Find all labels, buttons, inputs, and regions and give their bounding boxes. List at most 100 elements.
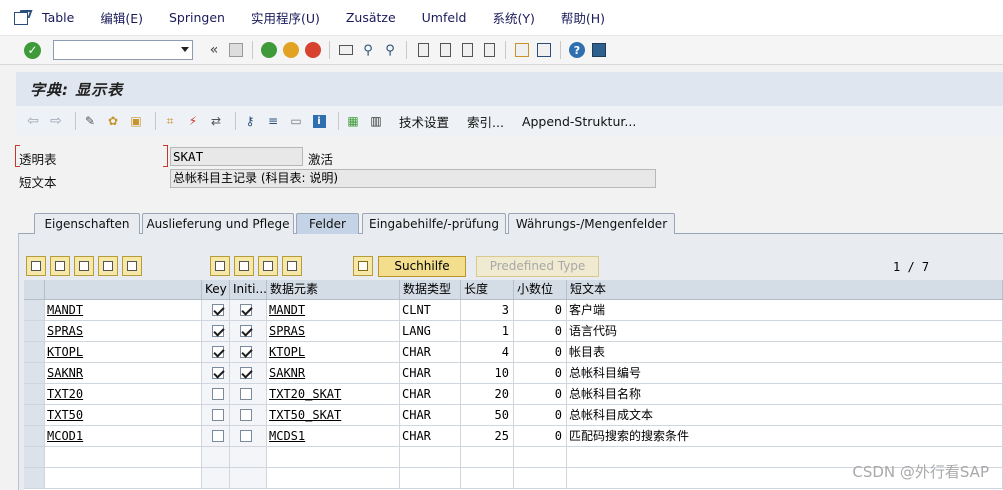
empty-cell[interactable] [24,468,45,489]
cell-length[interactable]: 3 [461,300,514,321]
column-header-decimals[interactable]: 小数位 [514,280,567,300]
column-header-key[interactable]: Key [202,280,230,300]
initial-checkbox[interactable] [240,346,252,358]
index-button[interactable]: 索引... [467,112,504,131]
cell-init[interactable] [230,426,267,447]
empty-cell[interactable] [400,468,461,489]
cell-init[interactable] [230,300,267,321]
key-checkbox[interactable] [212,367,224,379]
initial-checkbox[interactable] [240,304,252,316]
align-icon[interactable]: ≡ [264,112,282,130]
empty-cell[interactable] [267,468,400,489]
column-header-data-element[interactable]: 数据元素 [267,280,400,300]
back-icon[interactable] [260,41,278,59]
cell-sel[interactable] [24,342,45,363]
cell-key[interactable] [202,405,230,426]
cell-decimals[interactable]: 0 [514,300,567,321]
key-checkbox[interactable] [212,346,224,358]
cell-type[interactable]: CHAR [400,363,461,384]
cell-length[interactable]: 1 [461,321,514,342]
include-compress-icon[interactable] [258,256,278,276]
tab-auslieferung[interactable]: Auslieferung und Pflege [142,213,294,234]
cell-type[interactable]: CHAR [400,405,461,426]
cell-decimals[interactable]: 0 [514,405,567,426]
activate-icon[interactable]: ⚡ [184,112,202,130]
print-icon[interactable] [337,41,355,59]
chevron-down-icon[interactable] [181,47,189,52]
data-browser-icon[interactable]: ▦ [344,112,362,130]
menu-extras[interactable]: Zusätze [346,10,396,25]
column-header-field[interactable] [45,280,202,300]
cell-init[interactable] [230,321,267,342]
cell-element[interactable]: MANDT [267,300,400,321]
delete-row-icon[interactable] [122,256,142,276]
find-icon[interactable]: ⚲ [359,41,377,59]
key-checkbox[interactable] [212,325,224,337]
hierarchy-icon[interactable]: ⌗ [161,112,179,130]
empty-cell[interactable] [24,447,45,468]
column-header-data-type[interactable]: 数据类型 [400,280,461,300]
cell-decimals[interactable]: 0 [514,342,567,363]
enter-check-icon[interactable]: ✓ [24,41,41,59]
cell-init[interactable] [230,363,267,384]
collapse-icon[interactable] [282,256,302,276]
menu-system[interactable]: 系统(Y) [492,8,534,27]
key-icon[interactable] [353,256,373,276]
last-page-icon[interactable] [480,41,498,59]
cell-type[interactable]: LANG [400,321,461,342]
initial-checkbox[interactable] [240,388,252,400]
object-tree-icon[interactable]: ⚷ [241,112,259,130]
column-header-length[interactable]: 长度 [461,280,514,300]
cell-field[interactable]: TXT20 [45,384,202,405]
cell-type[interactable]: CLNT [400,300,461,321]
tab-eingabehilfe[interactable]: Eingabehilfe/-prüfung [362,213,506,234]
initial-checkbox[interactable] [240,325,252,337]
empty-cell[interactable] [461,447,514,468]
cell-element[interactable]: KTOPL [267,342,400,363]
next-page-icon[interactable] [458,41,476,59]
cell-sel[interactable] [24,405,45,426]
tab-eigenschaften[interactable]: Eigenschaften [34,213,140,234]
cancel-icon[interactable] [304,41,322,59]
cell-field[interactable]: MANDT [45,300,202,321]
cell-key[interactable] [202,426,230,447]
cell-field[interactable]: TXT50 [45,405,202,426]
menu-help[interactable]: 帮助(H) [561,8,605,27]
other-object-icon[interactable]: ✿ [104,112,122,130]
find-next-icon[interactable]: ⚲ [381,41,399,59]
tab-felder[interactable]: Felder [296,213,359,234]
cell-key[interactable] [202,342,230,363]
cell-element[interactable]: TXT50_SKAT [267,405,400,426]
cell-field[interactable]: SPRAS [45,321,202,342]
cell-key[interactable] [202,300,230,321]
include-expand-icon[interactable] [210,256,230,276]
cell-key[interactable] [202,321,230,342]
column-header-initial[interactable]: Initi... [230,280,267,300]
cell-type[interactable]: CHAR [400,384,461,405]
row-selector-header[interactable] [24,280,45,300]
cell-type[interactable]: CHAR [400,426,461,447]
cell-text[interactable]: 总帐科目编号 [567,363,1003,384]
empty-cell[interactable] [230,468,267,489]
initial-checkbox[interactable] [240,430,252,442]
predefined-type-button[interactable]: Predefined Type [476,256,599,277]
cell-decimals[interactable]: 0 [514,426,567,447]
table-contents-icon[interactable]: ▥ [367,112,385,130]
cell-type[interactable]: CHAR [400,342,461,363]
cell-field[interactable]: SAKNR [45,363,202,384]
cell-text[interactable]: 语言代码 [567,321,1003,342]
cell-length[interactable]: 10 [461,363,514,384]
display-object-icon[interactable]: ▭ [287,112,305,130]
empty-cell[interactable] [45,447,202,468]
technical-settings-button[interactable]: 技术设置 [399,112,449,131]
cell-sel[interactable] [24,384,45,405]
cell-decimals[interactable]: 0 [514,384,567,405]
cell-sel[interactable] [24,321,45,342]
previous-page-icon[interactable] [436,41,454,59]
key-checkbox[interactable] [212,430,224,442]
cell-init[interactable] [230,384,267,405]
cell-decimals[interactable]: 0 [514,321,567,342]
column-header-short-text[interactable]: 短文本 [567,280,1003,300]
insert-row-icon[interactable] [98,256,118,276]
cell-init[interactable] [230,342,267,363]
